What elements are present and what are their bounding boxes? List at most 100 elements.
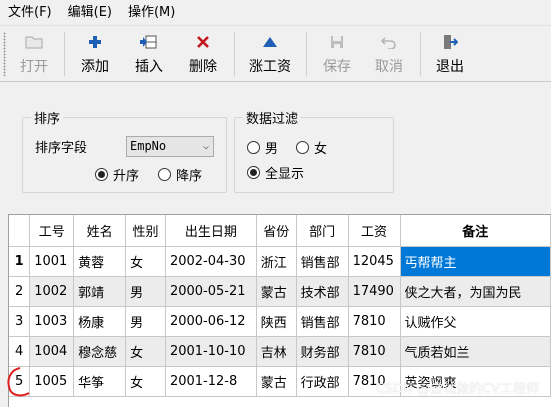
cell-empno[interactable]: 1002: [29, 276, 75, 307]
sort-field-select[interactable]: EmpNo ⌵: [126, 136, 214, 157]
filter-male-radio[interactable]: 男: [247, 138, 278, 157]
cell-remarks[interactable]: 认贼作父: [400, 306, 551, 337]
cell-empno[interactable]: 1005: [29, 366, 75, 397]
raise-salary-label: 涨工资: [249, 59, 291, 75]
row-number[interactable]: 2: [9, 276, 31, 307]
column-header[interactable]: 工资: [348, 215, 401, 247]
cell-remarks[interactable]: 丐帮帮主: [400, 246, 551, 277]
employee-grid[interactable]: 工号 姓名 性别 出生日期 省份 部门 工资 备注 1 1001 黄蓉 女 20…: [8, 214, 551, 407]
toolbar-separator: [306, 32, 307, 76]
filter-group-title: 数据过滤: [243, 108, 302, 127]
sort-asc-label: 升序: [113, 169, 140, 184]
cell-remarks[interactable]: 侠之大者，为国为民: [400, 276, 551, 307]
cell-salary[interactable]: 12045: [348, 246, 401, 277]
cell-department[interactable]: 销售部: [296, 246, 349, 277]
cell-remarks[interactable]: 气质若如兰: [400, 336, 551, 367]
menu-file[interactable]: 文件(F): [0, 0, 60, 25]
up-triangle-icon: [260, 32, 280, 52]
filter-female-radio[interactable]: 女: [296, 138, 327, 157]
chevron-down-icon: ⌵: [202, 141, 209, 152]
column-header[interactable]: 工号: [29, 215, 75, 247]
table-row[interactable]: 4 1004 穆念慈 女 2001-10-10 吉林 财务部 7810 气质若如…: [9, 336, 551, 367]
cell-salary[interactable]: 7810: [348, 336, 401, 367]
cell-empno[interactable]: 1003: [29, 306, 75, 337]
column-header[interactable]: 备注: [400, 215, 551, 247]
cell-gender[interactable]: 男: [125, 306, 166, 337]
insert-row-icon: [139, 32, 159, 52]
exit-button[interactable]: 退出: [428, 29, 472, 79]
cell-empno[interactable]: 1004: [29, 336, 75, 367]
toolbar: 打开 添加 插入 删除 涨工资 保存 取消 退出: [0, 25, 551, 82]
cell-department[interactable]: 销售部: [296, 306, 349, 337]
cell-birthdate[interactable]: 2000-05-21: [165, 276, 257, 307]
cell-name[interactable]: 华筝: [73, 366, 127, 397]
sort-group-title: 排序: [31, 108, 64, 127]
filter-female-label: 女: [314, 142, 328, 157]
cell-salary[interactable]: 7810: [348, 366, 401, 397]
table-row[interactable]: 1 1001 黄蓉 女 2002-04-30 浙江 销售部 12045 丐帮帮主: [9, 246, 551, 277]
cell-department[interactable]: 财务部: [296, 336, 349, 367]
sort-asc-radio[interactable]: 升序: [95, 165, 139, 184]
menu-operation[interactable]: 操作(M): [120, 0, 183, 25]
filter-all-label: 全显示: [265, 167, 305, 182]
row-number[interactable]: 1: [9, 246, 31, 277]
cell-birthdate[interactable]: 2002-04-30: [165, 246, 257, 277]
exit-label: 退出: [436, 59, 464, 75]
cell-name[interactable]: 郭靖: [73, 276, 127, 307]
cell-province[interactable]: 陕西: [256, 306, 297, 337]
cancel-label: 取消: [375, 59, 403, 75]
cell-department[interactable]: 技术部: [296, 276, 349, 307]
column-header[interactable]: 出生日期: [165, 215, 257, 247]
column-header[interactable]: 姓名: [73, 215, 127, 247]
cancel-button[interactable]: 取消: [366, 29, 412, 79]
cell-birthdate[interactable]: 2001-10-10: [165, 336, 257, 367]
table-row[interactable]: 2 1002 郭靖 男 2000-05-21 蒙古 技术部 17490 侠之大者…: [9, 276, 551, 307]
cell-name[interactable]: 穆念慈: [73, 336, 127, 367]
column-header[interactable]: 省份: [256, 215, 297, 247]
cell-gender[interactable]: 女: [125, 366, 166, 397]
header-row: 工号 姓名 性别 出生日期 省份 部门 工资 备注: [9, 215, 551, 247]
cell-name[interactable]: 黄蓉: [73, 246, 127, 277]
cell-province[interactable]: 浙江: [256, 246, 297, 277]
radio-dot: [247, 141, 260, 154]
filter-all-radio[interactable]: 全显示: [247, 163, 304, 182]
cell-gender[interactable]: 女: [125, 336, 166, 367]
row-number[interactable]: 4: [9, 336, 31, 367]
cell-province[interactable]: 蒙古: [256, 276, 297, 307]
cell-gender[interactable]: 女: [125, 246, 166, 277]
add-button[interactable]: 添加: [72, 29, 118, 79]
open-button[interactable]: 打开: [12, 29, 56, 79]
menu-edit[interactable]: 编辑(E): [60, 0, 120, 25]
undo-icon: [379, 32, 399, 52]
cell-department[interactable]: 行政部: [296, 366, 349, 397]
cell-province[interactable]: 吉林: [256, 336, 297, 367]
radio-dot: [247, 166, 260, 179]
radio-dot: [296, 141, 309, 154]
delete-button[interactable]: 删除: [180, 29, 226, 79]
corner-cell: [9, 215, 31, 247]
cell-remarks[interactable]: 英姿飒爽: [400, 366, 551, 397]
cell-empno[interactable]: 1001: [29, 246, 75, 277]
cell-gender[interactable]: 男: [125, 276, 166, 307]
red-annotation-mark: [7, 367, 30, 397]
cell-name[interactable]: 杨康: [73, 306, 127, 337]
sort-desc-label: 降序: [176, 169, 203, 184]
cell-birthdate[interactable]: 2000-06-12: [165, 306, 257, 337]
toolbar-grip[interactable]: [3, 32, 6, 76]
open-label: 打开: [20, 59, 48, 75]
column-header[interactable]: 部门: [296, 215, 349, 247]
table-row[interactable]: 5 1005 华筝 女 2001-12-8 蒙古 行政部 7810 英姿飒爽: [9, 366, 551, 397]
save-button[interactable]: 保存: [314, 29, 360, 79]
cell-province[interactable]: 蒙古: [256, 366, 297, 397]
cell-salary[interactable]: 17490: [348, 276, 401, 307]
floppy-disk-icon: [327, 32, 347, 52]
column-header[interactable]: 性别: [125, 215, 166, 247]
toolbar-separator: [420, 32, 421, 76]
cell-salary[interactable]: 7810: [348, 306, 401, 337]
row-number[interactable]: 3: [9, 306, 31, 337]
sort-desc-radio[interactable]: 降序: [158, 165, 202, 184]
insert-button[interactable]: 插入: [126, 29, 172, 79]
raise-salary-button[interactable]: 涨工资: [242, 29, 298, 79]
cell-birthdate[interactable]: 2001-12-8: [165, 366, 257, 397]
table-row[interactable]: 3 1003 杨康 男 2000-06-12 陕西 销售部 7810 认贼作父: [9, 306, 551, 337]
